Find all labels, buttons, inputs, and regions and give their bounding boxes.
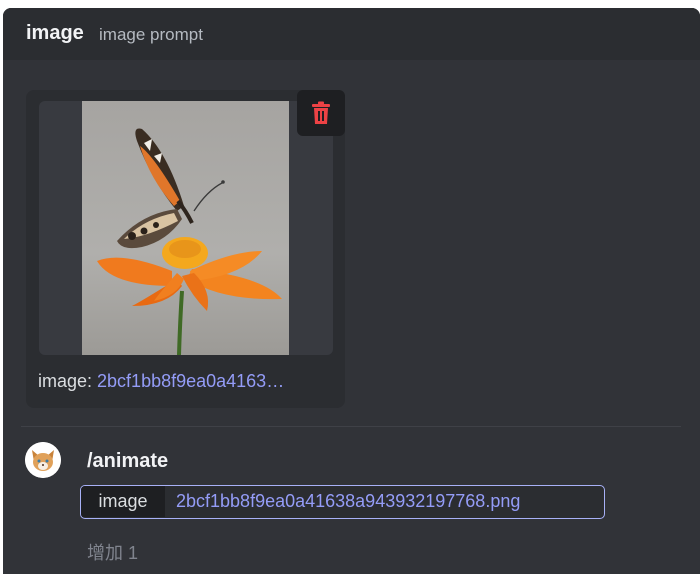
option-description: image prompt (99, 25, 203, 44)
delete-attachment-button[interactable] (297, 90, 345, 136)
slash-command-panel: image image prompt image: 2bcf1bb8f9ea0a… (3, 8, 700, 574)
command-option-image[interactable]: image 2bcf1bb8f9ea0a41638a943932197768.p… (80, 485, 605, 519)
option-value[interactable]: 2bcf1bb8f9ea0a41638a943932197768.png (176, 486, 520, 517)
attachment-caption: image: 2bcf1bb8f9ea0a4163… (38, 371, 338, 392)
attachment-preview (39, 101, 333, 355)
more-options-text[interactable]: 增加 1 (87, 539, 138, 565)
butterfly-photo (82, 101, 289, 355)
option-key: image (81, 486, 165, 517)
command-name: /animate (87, 450, 169, 472)
attachment-label: image: (38, 371, 98, 391)
bot-avatar-icon (25, 442, 61, 478)
trash-icon (312, 101, 330, 124)
attachment-filename-link[interactable]: 2bcf1bb8f9ea0a4163… (97, 371, 284, 391)
divider (21, 426, 681, 427)
option-title: image (26, 22, 84, 44)
attachment-card: image: 2bcf1bb8f9ea0a4163… (26, 90, 345, 408)
avatar[interactable] (25, 442, 61, 478)
option-header: image image prompt (3, 8, 700, 60)
